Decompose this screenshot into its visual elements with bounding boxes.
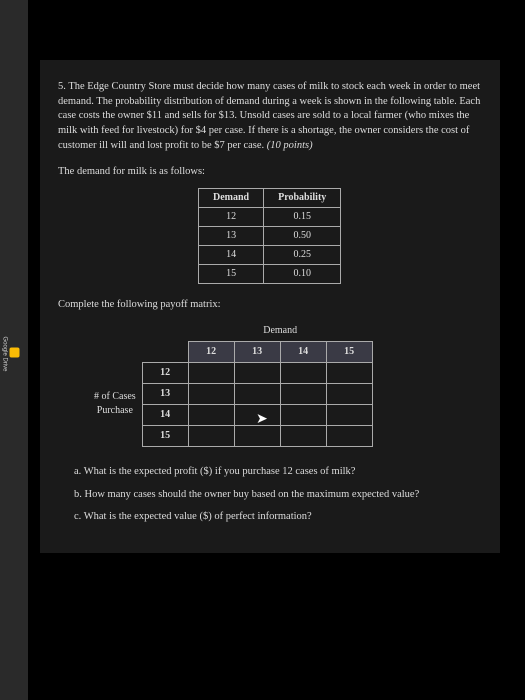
- table-row: 130.50: [199, 227, 341, 246]
- payoff-matrix-table: Demand 12 13 14 15 # of CasesPurchase 12…: [88, 321, 373, 447]
- demand-intro: The demand for milk is as follows:: [58, 165, 482, 180]
- question-c: c. What is the expected value ($) of per…: [74, 510, 482, 525]
- cursor-icon: ➤: [256, 410, 268, 427]
- table-row: 120.15: [199, 208, 341, 227]
- question-b: b. How many cases should the owner buy b…: [74, 488, 482, 503]
- demand-probability-table: Demand Probability 120.15 130.50 140.25 …: [198, 188, 341, 284]
- problem-statement: 5. The Edge Country Store must decide ho…: [58, 80, 482, 153]
- questions-list: a. What is the expected profit ($) if yo…: [74, 465, 482, 525]
- cases-purchase-label: # of CasesPurchase: [88, 362, 142, 446]
- table-row: 150.10: [199, 265, 341, 284]
- demand-label: Demand: [188, 321, 372, 342]
- document-page: 5. The Edge Country Store must decide ho…: [40, 60, 500, 553]
- bookmark-bar: Google Drive Google Docs Tamu Email Netf…: [0, 0, 28, 700]
- matrix-instruction: Complete the following payoff matrix:: [58, 298, 482, 313]
- question-a: a. What is the expected profit ($) if yo…: [74, 465, 482, 480]
- bookmark-google-drive[interactable]: Google Drive: [1, 336, 19, 371]
- demand-header: Demand: [199, 189, 264, 208]
- table-row: 140.25: [199, 246, 341, 265]
- probability-header: Probability: [264, 189, 341, 208]
